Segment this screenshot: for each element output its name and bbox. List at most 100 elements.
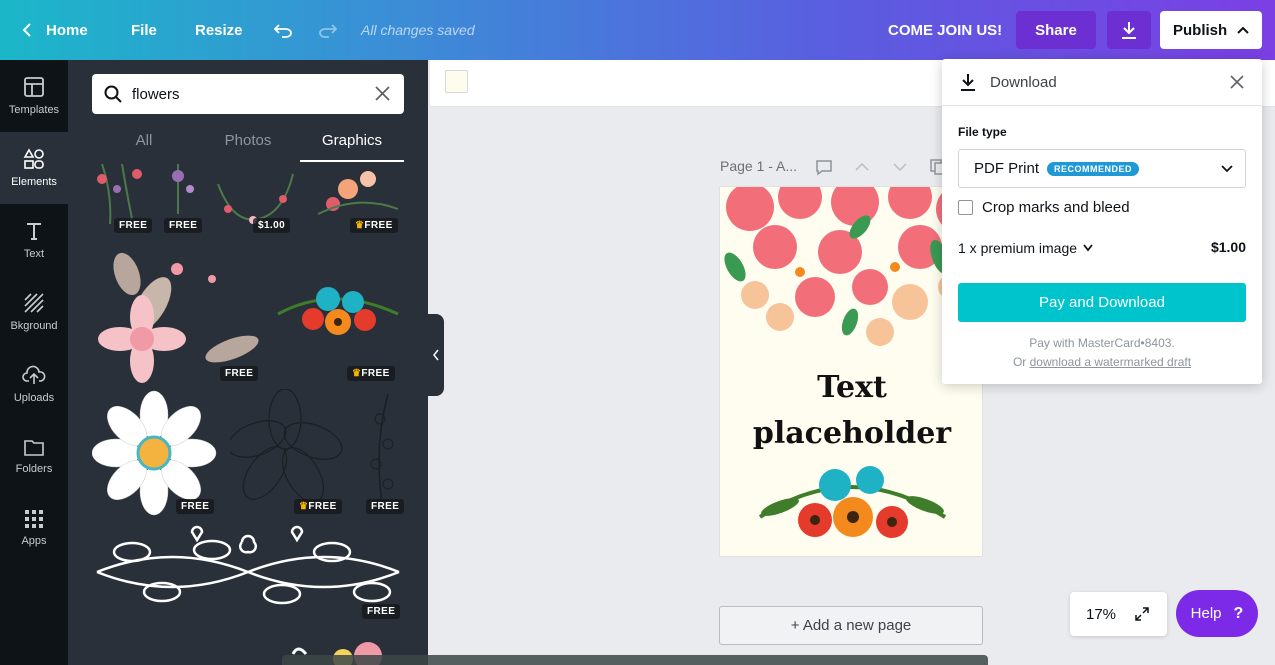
download-icon <box>1122 22 1136 39</box>
premium-badge: ♛FREE <box>347 366 395 381</box>
rail-label: Folders <box>15 463 53 475</box>
download-button[interactable] <box>1107 11 1151 49</box>
rail-apps[interactable]: Apps <box>0 492 68 564</box>
fullscreen-icon[interactable] <box>1134 606 1150 622</box>
graphic-thumb[interactable]: ♛FREE <box>308 164 404 234</box>
popover-title: Download <box>990 73 1057 91</box>
resize-button[interactable]: Resize <box>195 0 243 60</box>
graphic-thumb[interactable]: $1.00 <box>213 164 298 234</box>
free-badge: FREE <box>366 499 404 514</box>
graphic-thumb[interactable]: ♛FREE <box>230 389 350 517</box>
tab-photos[interactable]: Photos <box>196 128 300 162</box>
payment-note: Pay with MasterCard•8403. Or download a … <box>942 334 1262 372</box>
premium-badge: ♛FREE <box>294 499 342 514</box>
tab-graphics[interactable]: Graphics <box>300 128 404 162</box>
badge-label: FREE <box>308 501 337 512</box>
rail-folders[interactable]: Folders <box>0 420 68 492</box>
page-label: Page 1 - A... <box>720 158 798 174</box>
search-input[interactable] <box>132 85 362 103</box>
pay-and-download-button[interactable]: Pay and Download <box>958 283 1246 322</box>
os-dock <box>282 655 988 665</box>
premium-items-toggle[interactable]: 1 x premium image <box>958 240 1093 256</box>
file-type-value: PDF Print <box>974 160 1040 177</box>
comment-icon[interactable] <box>815 158 833 176</box>
elements-panel: All Photos Graphics FREE FREE $1.00 ♛FRE… <box>68 60 428 665</box>
download-popover: Download File type PDF Print RECOMMENDED… <box>942 59 1262 384</box>
watermarked-draft-link[interactable]: download a watermarked draft <box>1030 355 1191 369</box>
add-page-button[interactable]: + Add a new page <box>719 606 983 645</box>
rail-label: Uploads <box>13 392 55 404</box>
search-box[interactable] <box>92 74 404 114</box>
graphic-thumb[interactable]: FREE <box>92 522 404 622</box>
help-label: Help <box>1190 605 1222 622</box>
graphic-thumb[interactable]: FREE <box>92 164 152 234</box>
apps-icon <box>25 510 43 528</box>
text-icon <box>27 223 41 240</box>
download-icon <box>961 74 975 91</box>
rail-uploads[interactable]: Uploads <box>0 348 68 420</box>
crown-icon: ♛ <box>355 220 365 231</box>
free-badge: FREE <box>114 218 152 233</box>
home-label: Home <box>46 21 88 39</box>
elements-icon <box>23 148 44 169</box>
badge-label: FREE <box>364 220 393 231</box>
or-text: Or <box>1012 355 1027 369</box>
rail-label: Bkground <box>10 320 58 332</box>
rail-label: Text <box>23 248 45 260</box>
graphic-thumb[interactable]: FREE <box>358 389 404 517</box>
publish-button[interactable]: Publish <box>1160 11 1262 49</box>
crown-icon: ♛ <box>299 501 309 512</box>
undo-icon[interactable] <box>273 0 293 60</box>
publish-label: Publish <box>1173 21 1228 39</box>
rail-text[interactable]: Text <box>0 204 68 276</box>
help-mark: ? <box>1233 604 1244 622</box>
chevron-left-icon <box>22 23 31 37</box>
close-icon[interactable] <box>1230 75 1244 89</box>
price-total: $1.00 <box>1210 239 1246 255</box>
share-button[interactable]: Share <box>1016 11 1096 49</box>
graphic-thumb[interactable]: ♛FREE <box>273 274 404 384</box>
help-button[interactable]: Help ? <box>1176 590 1258 637</box>
free-badge: FREE <box>220 366 259 381</box>
file-menu[interactable]: File <box>131 0 157 60</box>
popover-header: Download <box>942 59 1262 106</box>
tab-all[interactable]: All <box>92 128 196 162</box>
file-type-label: File type <box>958 125 1007 139</box>
premium-price-badge: $1.00 <box>253 218 291 233</box>
chevron-left-icon <box>433 349 439 361</box>
uploads-icon <box>22 365 46 384</box>
clear-search-icon[interactable] <box>375 86 390 101</box>
chevron-up-icon <box>1237 26 1249 34</box>
move-down-icon[interactable] <box>891 158 909 176</box>
badge-label: FREE <box>361 368 390 379</box>
crop-marks-checkbox[interactable] <box>958 200 973 215</box>
recommended-badge: RECOMMENDED <box>1047 161 1140 176</box>
rail-label: Templates <box>8 104 60 116</box>
free-badge: FREE <box>176 499 215 514</box>
graphic-thumb[interactable]: FREE <box>92 389 218 517</box>
rail-templates[interactable]: Templates <box>0 60 68 132</box>
free-badge: FREE <box>164 218 203 233</box>
background-color-swatch[interactable] <box>445 70 468 93</box>
file-type-select[interactable]: PDF Print RECOMMENDED <box>958 149 1246 188</box>
premium-badge: ♛FREE <box>350 218 398 233</box>
chevron-down-icon <box>1221 165 1233 173</box>
collapse-panel-button[interactable] <box>428 314 444 396</box>
search-icon <box>104 85 122 103</box>
graphics-grid: FREE FREE $1.00 ♛FREE FREE ♛FREE FREE ♛F… <box>68 164 428 665</box>
rail-background[interactable]: Bkground <box>0 276 68 348</box>
page-title-line-2: placeholder <box>752 416 952 451</box>
graphic-thumb[interactable]: FREE <box>158 164 208 234</box>
crown-icon: ♛ <box>352 368 362 379</box>
rail-elements[interactable]: Elements <box>0 132 68 204</box>
free-badge: FREE <box>362 604 401 619</box>
rail-label: Elements <box>11 176 57 188</box>
redo-icon[interactable] <box>318 0 338 60</box>
templates-icon <box>24 77 44 97</box>
home-button[interactable]: Home <box>22 0 88 60</box>
zoom-control[interactable]: 17% <box>1070 592 1167 636</box>
join-us-link[interactable]: COME JOIN US! <box>888 0 1002 60</box>
crop-marks-option[interactable]: Crop marks and bleed <box>958 199 1130 216</box>
graphic-thumb[interactable]: FREE <box>92 244 262 384</box>
move-up-icon[interactable] <box>853 158 871 176</box>
